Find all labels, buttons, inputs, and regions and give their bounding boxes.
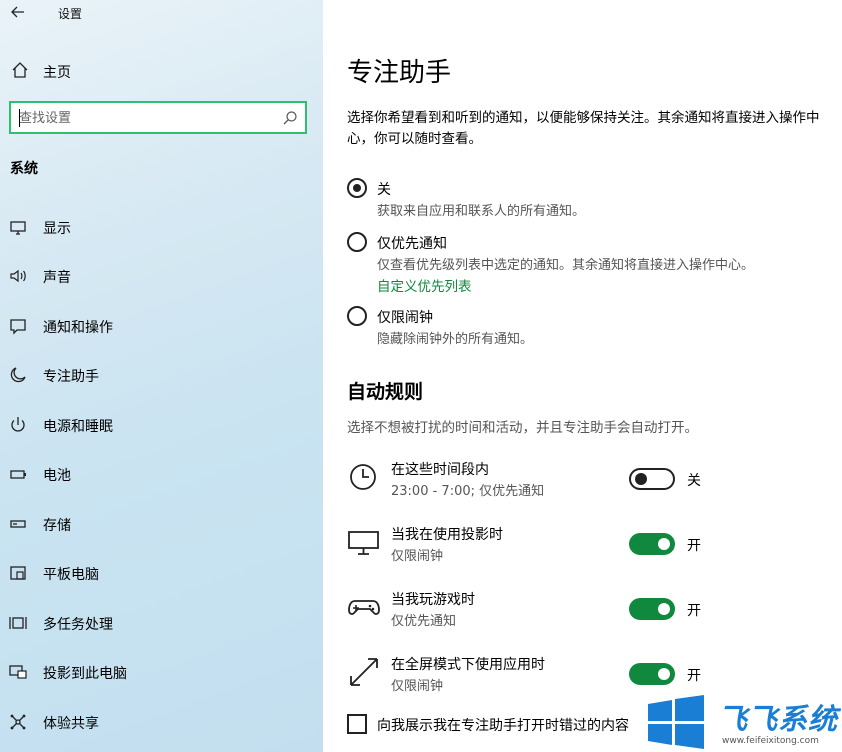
auto-rules-intro: 选择不想被打扰的时间和活动，并且专注助手会自动打开。 [347, 420, 698, 436]
monitor-icon [10, 221, 26, 235]
message-icon [10, 319, 26, 335]
sidebar-item-project-to-pc[interactable]: 投影到此电脑 [0, 657, 323, 687]
watermark-brand: 飞飞系统 [718, 702, 839, 736]
checkbox-label: 向我展示我在专注助手打开时错过的内容 [377, 718, 629, 734]
sidebar-item-multitasking[interactable]: 多任务处理 [0, 608, 323, 638]
share-icon [10, 714, 26, 730]
sidebar-item-label: 声音 [43, 270, 71, 286]
rule-gaming[interactable]: 当我玩游戏时 仅优先通知 开 [347, 589, 827, 633]
option-label: 关 [377, 182, 391, 198]
sidebar-item-label: 多任务处理 [43, 617, 113, 633]
sidebar-item-label: 电源和睡眠 [43, 419, 113, 435]
option-label: 仅限闹钟 [377, 310, 433, 326]
toggle-state: 开 [687, 603, 701, 619]
search-icon[interactable] [282, 110, 298, 126]
sidebar-item-label: 通知和操作 [43, 320, 113, 336]
title-bar: 设置 [0, 0, 323, 26]
intro-text: 选择你希望看到和听到的通知，以便能够保持关注。其余通知将直接进入操作中心，你可以… [347, 110, 820, 147]
rule-toggle[interactable] [629, 468, 675, 490]
gamepad-icon [348, 600, 380, 615]
sidebar-item-label: 显示 [43, 221, 71, 237]
back-arrow-icon [11, 6, 24, 18]
text-caret [19, 109, 20, 127]
sidebar-item-label: 存储 [43, 518, 71, 534]
radio-button[interactable] [347, 306, 367, 326]
sidebar-item-focus-assist[interactable]: 专注助手 [0, 360, 323, 390]
rule-title: 当我在使用投影时 [391, 527, 503, 543]
rule-subtitle: 23:00 - 7:00; 仅优先通知 [391, 484, 545, 499]
sidebar-item-sound[interactable]: 声音 [0, 261, 323, 291]
radio-button[interactable] [347, 232, 367, 252]
toggle-knob [658, 538, 670, 550]
sidebar-item-label: 体验共享 [43, 716, 99, 732]
rule-subtitle: 仅限闹钟 [391, 679, 444, 694]
rule-toggle[interactable] [629, 598, 675, 620]
option-description: 仅查看优先级列表中选定的通知。其余通知将直接进入操作中心。 [377, 258, 755, 273]
rule-subtitle: 仅限闹钟 [391, 549, 444, 564]
toggle-knob [658, 668, 670, 680]
show-missed-checkbox[interactable] [347, 714, 367, 734]
search-input[interactable] [19, 109, 269, 127]
sidebar-item-storage[interactable]: 存储 [0, 509, 323, 539]
rule-time-range[interactable]: 在这些时间段内 23:00 - 7:00; 仅优先通知 关 [347, 459, 827, 503]
app-title: 设置 [58, 7, 83, 21]
radio-button[interactable] [347, 178, 367, 198]
rule-subtitle: 仅优先通知 [391, 614, 457, 629]
home-icon [12, 62, 28, 78]
toggle-state: 开 [687, 668, 701, 684]
rule-toggle[interactable] [629, 533, 675, 555]
option-description: 隐藏除闹钟外的所有通知。 [377, 332, 534, 347]
toggle-knob [635, 473, 647, 485]
sidebar-item-power[interactable]: 电源和睡眠 [0, 410, 323, 440]
rule-toggle[interactable] [629, 663, 675, 685]
main-content: 专注助手 选择你希望看到和听到的通知，以便能够保持关注。其余通知将直接进入操作中… [323, 0, 842, 752]
sidebar-item-battery[interactable]: 电池 [0, 459, 323, 489]
back-button[interactable] [6, 2, 30, 22]
sidebar-item-label: 电池 [43, 468, 71, 484]
sidebar-item-shared-experiences[interactable]: 体验共享 [0, 707, 323, 737]
power-icon [11, 417, 25, 432]
rule-title: 在全屏模式下使用应用时 [391, 657, 545, 673]
rule-title: 在这些时间段内 [391, 462, 489, 478]
speaker-icon [10, 269, 26, 283]
option-label: 仅优先通知 [377, 236, 447, 252]
storage-icon [10, 520, 26, 528]
sidebar: 设置 主页 系统 显示 声音 [0, 0, 323, 752]
search-box[interactable] [9, 101, 307, 134]
tablet-icon [10, 566, 26, 580]
sidebar-item-label: 平板电脑 [43, 567, 99, 583]
monitor-icon [348, 531, 379, 555]
clock-icon [350, 464, 376, 490]
auto-rules-title: 自动规则 [347, 381, 424, 403]
toggle-state: 开 [687, 538, 701, 554]
section-heading: 系统 [10, 161, 38, 177]
page-title: 专注助手 [347, 58, 452, 88]
sidebar-item-home[interactable]: 主页 [0, 56, 323, 86]
project-icon [9, 665, 27, 679]
multitask-icon [9, 617, 27, 629]
sidebar-item-label: 专注助手 [43, 369, 99, 385]
sidebar-item-label: 主页 [43, 65, 71, 81]
toggle-knob [658, 603, 670, 615]
sidebar-item-display[interactable]: 显示 [0, 212, 323, 242]
customize-priority-list-link[interactable]: 自定义优先列表 [377, 275, 472, 295]
sidebar-item-notifications[interactable]: 通知和操作 [0, 311, 323, 341]
fullscreen-icon [350, 658, 378, 686]
rule-title: 当我玩游戏时 [391, 592, 475, 608]
rule-projecting[interactable]: 当我在使用投影时 仅限闹钟 开 [347, 524, 827, 568]
battery-icon [10, 470, 26, 479]
toggle-state: 关 [687, 473, 701, 489]
option-description: 获取来自应用和联系人的所有通知。 [377, 204, 586, 219]
moon-icon [10, 367, 26, 383]
windows-logo-icon [648, 695, 704, 749]
watermark: 飞飞系统 www.feifeixitong.com [640, 690, 842, 752]
sidebar-item-tablet[interactable]: 平板电脑 [0, 558, 323, 588]
watermark-url: www.feifeixitong.com [722, 736, 819, 746]
sidebar-item-label: 投影到此电脑 [43, 666, 127, 682]
